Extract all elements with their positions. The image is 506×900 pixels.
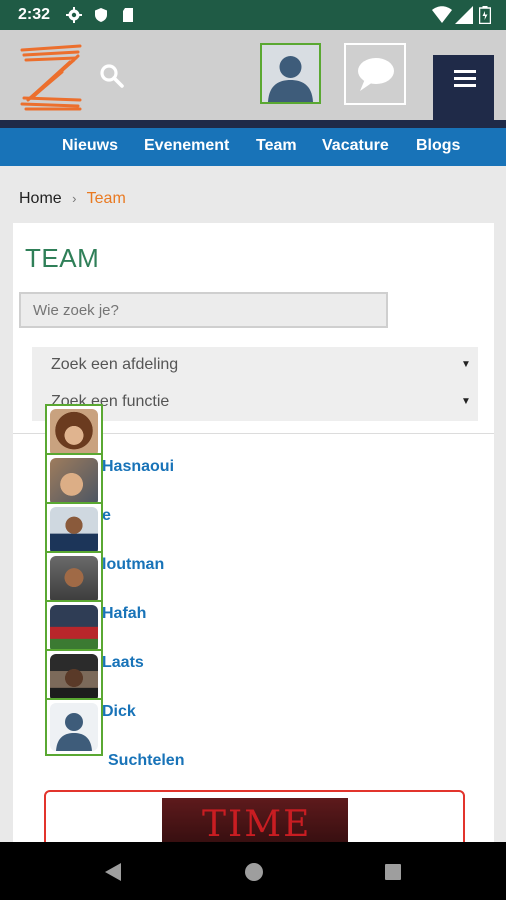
breadcrumb: Home › Team [19, 190, 126, 208]
wifi-icon [432, 6, 452, 23]
shield-icon [95, 8, 107, 22]
home-icon[interactable] [244, 862, 264, 882]
team-member-name[interactable]: e [102, 507, 111, 525]
nav-item-nieuws[interactable]: Nieuws [62, 137, 118, 155]
promo-banner[interactable]: TIME [44, 790, 465, 850]
team-member-name[interactable]: Dick [102, 703, 136, 721]
team-member-avatar[interactable] [45, 698, 103, 756]
default-avatar-icon [268, 56, 313, 102]
football-player-photo [50, 605, 98, 653]
man-dark-shirt-photo [50, 507, 98, 555]
search-icon[interactable] [98, 62, 126, 90]
status-time: 2:32 [18, 6, 51, 23]
default-avatar-icon [50, 703, 98, 751]
settings-icon [66, 7, 82, 23]
profile-button[interactable] [260, 43, 321, 104]
team-member-name[interactable]: Laats [102, 654, 144, 672]
chat-button[interactable] [344, 43, 406, 105]
woman-curly-hair-photo [50, 409, 98, 457]
breadcrumb-home[interactable]: Home [19, 190, 62, 207]
nav-item-vacature[interactable]: Vacature [322, 137, 389, 155]
magazine-title: TIME [202, 804, 312, 845]
header-divider [0, 120, 506, 128]
zoot-logo[interactable] [18, 42, 84, 112]
dropdown-arrow-icon: ▼ [461, 359, 471, 370]
team-member-name[interactable]: loutman [102, 556, 164, 574]
breadcrumb-separator: › [72, 191, 77, 206]
man-beard-photo [50, 556, 98, 604]
back-icon[interactable] [103, 862, 123, 882]
dropdown-arrow-icon: ▼ [461, 396, 471, 407]
recents-icon[interactable] [384, 863, 402, 881]
system-nav-bar [0, 842, 506, 900]
smiling-man-photo [50, 458, 98, 506]
man-cap-photo [50, 654, 98, 702]
team-member-name[interactable]: Hafah [102, 605, 146, 623]
battery-icon [479, 6, 491, 24]
team-member-name[interactable]: Suchtelen [108, 752, 184, 770]
nav-item-evenement[interactable]: Evenement [144, 137, 229, 155]
sd-card-icon [123, 8, 133, 22]
page-title: TEAM [25, 243, 100, 273]
nav-item-blogs[interactable]: Blogs [416, 137, 460, 155]
nav-item-team[interactable]: Team [256, 137, 297, 155]
chat-bubble-icon [358, 58, 394, 91]
signal-icon [455, 6, 473, 24]
department-select-value: Zoek een afdeling [51, 356, 179, 373]
main-nav: Nieuws Evenement Team Vacature Blogs [0, 128, 506, 166]
search-input[interactable] [19, 292, 388, 328]
menu-button[interactable] [433, 55, 494, 127]
hamburger-menu-icon [454, 70, 476, 73]
team-member-name[interactable]: Hasnaoui [102, 458, 174, 476]
breadcrumb-current: Team [86, 190, 126, 207]
department-select[interactable]: Zoek een afdeling ▼ [51, 356, 471, 374]
status-bar: 2:32 [0, 0, 506, 30]
